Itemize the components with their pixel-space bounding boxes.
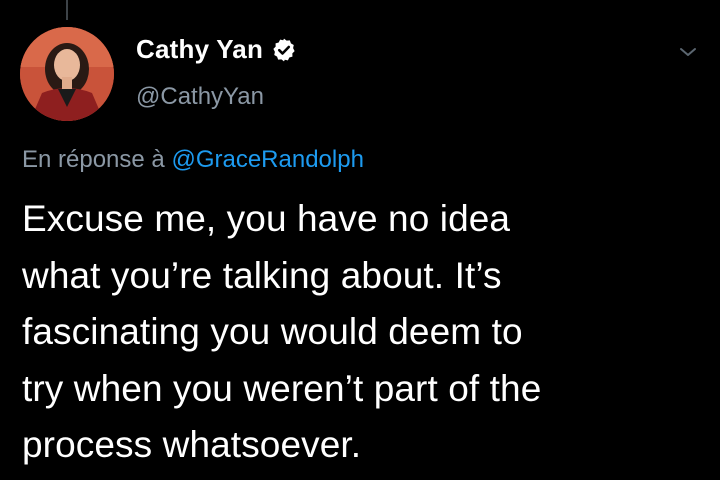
author-display-name[interactable]: Cathy Yan xyxy=(136,34,263,65)
reply-prefix: En réponse à xyxy=(22,146,165,173)
avatar[interactable] xyxy=(20,27,114,121)
verified-badge-icon xyxy=(271,37,297,63)
chevron-down-icon[interactable] xyxy=(676,40,700,64)
reply-context: En réponse à @GraceRandolph xyxy=(22,146,364,174)
thread-connector-line xyxy=(66,0,68,20)
author-name-row: Cathy Yan xyxy=(136,34,297,65)
profile-photo xyxy=(20,27,114,121)
tweet-text: Excuse me, you have no idea what you’re … xyxy=(22,198,542,465)
reply-mention-link[interactable]: @GraceRandolph xyxy=(171,146,363,173)
author-handle[interactable]: @CathyYan xyxy=(136,83,264,111)
